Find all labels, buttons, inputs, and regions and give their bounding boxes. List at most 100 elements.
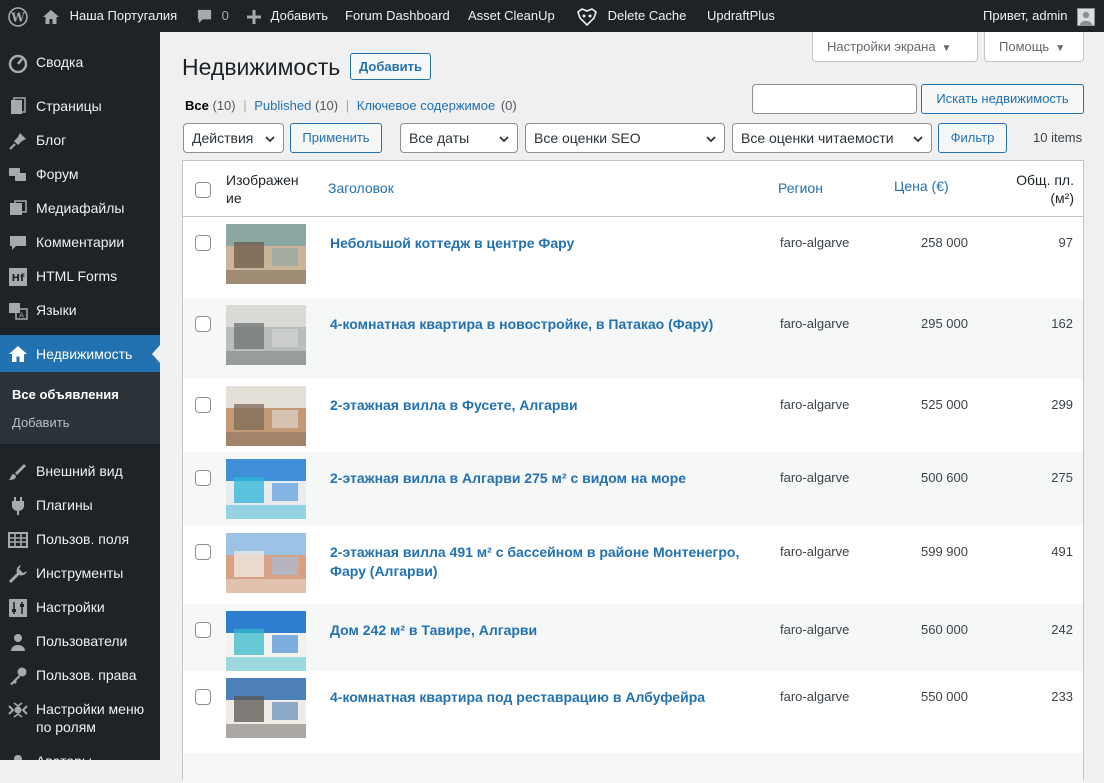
search-button[interactable]: Искать недвижимость (921, 84, 1084, 114)
column-region[interactable]: Регион (778, 180, 823, 196)
asset-cleanup-link[interactable]: Asset CleanUp (468, 0, 555, 32)
menu-label: Пользов. поля (36, 531, 130, 547)
site-name-link[interactable]: Наша Португалия (42, 0, 177, 32)
row-area: 162 (1051, 316, 1073, 331)
select-all-checkbox[interactable] (195, 182, 211, 198)
filter-button[interactable]: Фильтр (938, 123, 1007, 153)
row-title-link[interactable]: Дом 242 м² в Тавире, Алгарви (330, 621, 770, 640)
row-region: faro-algarve (780, 397, 850, 412)
media-icon (10, 200, 27, 215)
submenu-add-new[interactable]: Добавить (12, 415, 69, 430)
column-title[interactable]: Заголовок (328, 180, 394, 196)
row-area: 299 (1051, 397, 1073, 412)
menu-label: Медиафайлы (36, 200, 125, 216)
menu-label: Внешний вид (36, 463, 123, 479)
wordpress-logo-icon[interactable]: W (8, 0, 28, 32)
row-title-link[interactable]: 2-этажная вилла 491 м² с бассейном в рай… (330, 543, 770, 581)
menu-label: Плагины (36, 497, 93, 513)
column-image: Изображение (226, 172, 299, 206)
avatar-icon (14, 755, 22, 760)
site-name: Наша Португалия (69, 8, 178, 23)
search-input[interactable] (752, 84, 917, 114)
property-thumbnail[interactable] (226, 533, 306, 593)
row-area: 242 (1051, 622, 1073, 637)
readability-filter-value: Все оценки читаемости (741, 130, 894, 146)
row-region: faro-algarve (780, 470, 850, 485)
table-row: Небольшой коттедж в центре Фару faro-alga… (183, 217, 1083, 298)
column-price[interactable]: Цена (€) (894, 178, 949, 194)
updraftplus-link[interactable]: UpdraftPlus (707, 0, 775, 32)
admin-menu: Сводка Страницы Блог Форум Медиафайлы Ко… (0, 32, 160, 760)
forum-dashboard-link[interactable]: Forum Dashboard (345, 0, 450, 32)
comments-link[interactable]: 0 (196, 0, 229, 32)
items-count: 10 items (1033, 130, 1083, 145)
menu-label: Сводка (36, 54, 84, 70)
row-title-link[interactable]: 2-этажная вилла в Фусете, Алгарви (330, 396, 770, 415)
comment-icon (197, 9, 212, 24)
seo-filter-value: Все оценки SEO (534, 130, 641, 146)
bulk-actions-select[interactable]: Действия (183, 123, 284, 153)
view-cornerstone-link[interactable]: Ключевое содержимое (0) (357, 98, 517, 113)
row-title-link[interactable]: 2-этажная вилла в Алгарви 275 м² с видом… (330, 469, 770, 488)
property-photo-icon (226, 459, 306, 519)
key-icon (10, 667, 27, 685)
readability-filter-select[interactable]: Все оценки читаемости (732, 123, 932, 153)
row-checkbox[interactable] (195, 689, 211, 705)
plugin-icon (12, 497, 24, 515)
settings-icon (9, 599, 27, 617)
row-checkbox[interactable] (195, 622, 211, 638)
user-silhouette-icon (1080, 11, 1093, 25)
fields-icon (8, 532, 28, 548)
greeting: Привет, admin (983, 8, 1068, 23)
hf-icon: Hf (9, 268, 27, 286)
property-thumbnail[interactable] (226, 459, 306, 519)
avatar (1077, 7, 1096, 26)
svg-text:A: A (19, 312, 24, 320)
property-photo-icon (226, 678, 306, 738)
property-thumbnail[interactable] (226, 611, 306, 671)
delete-cache-link[interactable]: Delete Cache (576, 0, 686, 32)
new-content-label: Добавить (270, 8, 329, 23)
row-title-link[interactable]: 4-комнатная квартира под реставрацию в А… (330, 688, 770, 707)
svg-text:W: W (10, 10, 25, 24)
date-filter-select[interactable]: Все даты (400, 123, 518, 153)
property-thumbnail[interactable] (226, 678, 306, 738)
row-checkbox[interactable] (195, 544, 211, 560)
menu-label: Комментарии (36, 234, 125, 250)
help-button[interactable]: Помощь ▼ (984, 32, 1084, 62)
row-price: 599 900 (921, 544, 968, 559)
my-account-link[interactable]: Привет, admin (983, 0, 1096, 32)
help-label: Помощь (999, 39, 1050, 54)
row-title-link[interactable]: 4-комнатная квартира в новостройке, в Па… (330, 315, 770, 334)
new-content-link[interactable]: Добавить (247, 0, 328, 32)
property-thumbnail[interactable] (226, 386, 306, 446)
row-checkbox[interactable] (195, 316, 211, 332)
table-row (183, 753, 1083, 783)
menu-label: Недвижимость (36, 346, 133, 362)
row-title-link[interactable]: Небольшой коттедж в центре Фару (330, 234, 770, 253)
row-price: 500 600 (921, 470, 968, 485)
property-thumbnail[interactable] (226, 224, 306, 284)
row-price: 550 000 (921, 689, 968, 704)
property-thumbnail[interactable] (226, 305, 306, 365)
row-checkbox[interactable] (195, 397, 211, 413)
apply-button[interactable]: Применить (290, 123, 382, 153)
caret-down-icon: ▼ (941, 43, 952, 54)
chevron-down-icon (706, 136, 716, 143)
menu-item-real-estate[interactable]: Недвижимость (0, 335, 160, 372)
row-checkbox[interactable] (195, 235, 211, 251)
menu-label: Пользователи (36, 633, 128, 649)
property-photo-icon (226, 386, 306, 446)
row-area: 233 (1051, 689, 1073, 704)
add-new-button[interactable]: Добавить (350, 53, 431, 80)
table-row: 2-этажная вилла 491 м² с бассейном в рай… (183, 526, 1083, 604)
menu-label: HTML Forms (36, 268, 118, 284)
table-row: 4-комнатная квартира под реставрацию в А… (183, 671, 1083, 753)
seo-filter-select[interactable]: Все оценки SEO (525, 123, 725, 153)
submenu: Все объявления Добавить (0, 372, 160, 444)
row-checkbox[interactable] (195, 470, 211, 486)
screen-options-button[interactable]: Настройки экрана ▼ (812, 32, 978, 62)
view-published-link[interactable]: Published (10) (254, 98, 338, 113)
view-all-link[interactable]: Все (10) (185, 98, 236, 113)
submenu-all-listings[interactable]: Все объявления (12, 387, 119, 402)
